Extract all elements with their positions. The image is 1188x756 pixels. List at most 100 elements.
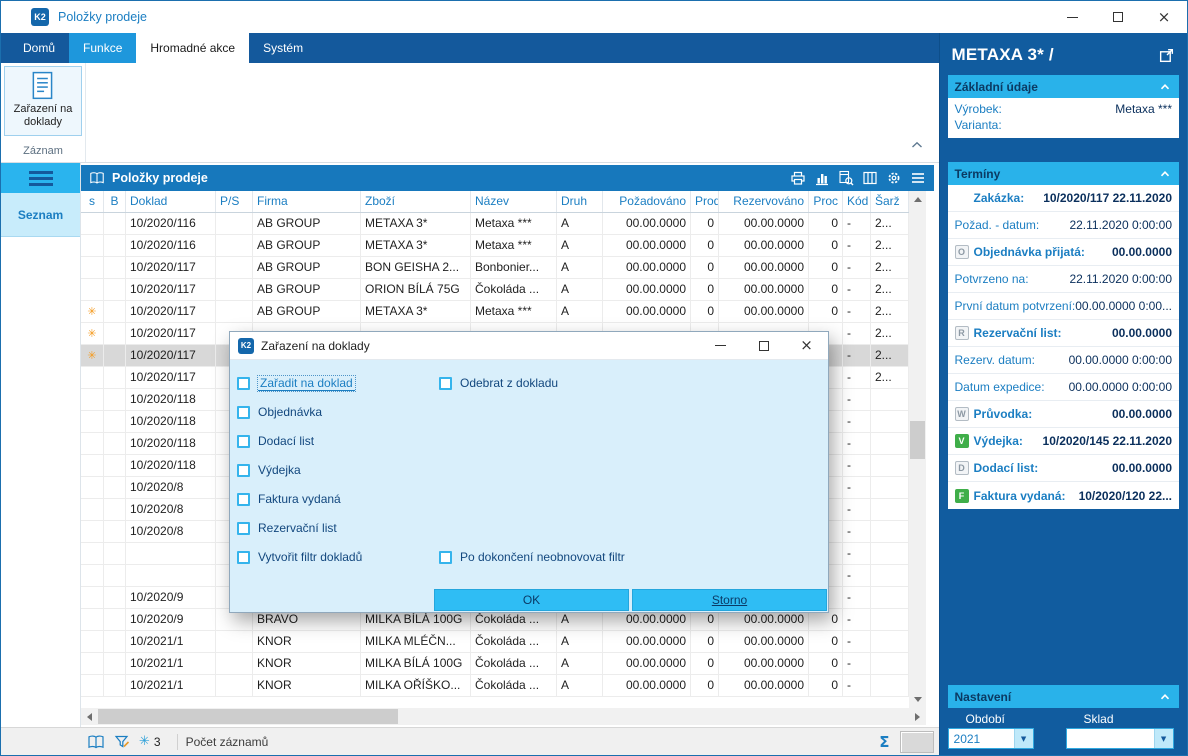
scroll-left-button[interactable] bbox=[81, 708, 98, 725]
section-header-zakladni[interactable]: Základní údaje bbox=[947, 75, 1179, 98]
checkbox-dodaci-list[interactable]: Dodací list bbox=[237, 434, 314, 448]
checkbox-po-dokonceni-neobnovovat-filtr[interactable]: Po dokončení neobnovovat filtr bbox=[439, 550, 625, 564]
columns-icon[interactable] bbox=[862, 170, 878, 186]
section-header-terminy[interactable]: Termíny bbox=[947, 162, 1179, 185]
sklad-select[interactable]: ▼ bbox=[1065, 728, 1174, 749]
close-button[interactable]: × bbox=[1141, 1, 1187, 33]
open-in-window-icon[interactable] bbox=[1158, 47, 1175, 64]
vertical-scroll-track[interactable] bbox=[909, 208, 926, 691]
column-header[interactable]: P/S bbox=[216, 191, 253, 212]
checkbox-box[interactable] bbox=[439, 550, 452, 564]
checkbox-box[interactable] bbox=[237, 550, 250, 564]
column-header[interactable]: Kód bbox=[843, 191, 871, 212]
row-star-marker-icon bbox=[81, 235, 104, 256]
table-row[interactable]: 10/2021/1 KNOR MILKA BÍLÁ 100G Čokoláda … bbox=[81, 653, 909, 675]
records-count-label[interactable]: Počet záznamů bbox=[186, 735, 269, 749]
column-header[interactable]: Prodl. bbox=[691, 191, 719, 212]
field-value: 00.00.0000 bbox=[1111, 326, 1172, 340]
browse-book-icon[interactable] bbox=[87, 733, 105, 751]
search-document-icon[interactable] bbox=[838, 170, 854, 186]
column-header[interactable]: Požadováno bbox=[603, 191, 691, 212]
filter-edit-icon[interactable] bbox=[113, 733, 131, 751]
ribbon-tab[interactable]: Domů bbox=[9, 33, 69, 63]
chart-icon[interactable] bbox=[814, 170, 830, 186]
checkbox-box[interactable] bbox=[237, 376, 250, 390]
print-icon[interactable] bbox=[790, 170, 806, 186]
checkbox-zaradit-na-doklad[interactable]: Zařadit na doklad bbox=[237, 374, 439, 392]
statusbar-corner-button[interactable] bbox=[899, 730, 934, 753]
column-header[interactable]: Rezervováno bbox=[719, 191, 809, 212]
checkbox-box[interactable] bbox=[237, 521, 250, 535]
dialog-maximize-button[interactable] bbox=[742, 332, 785, 359]
chevron-up-icon[interactable] bbox=[1158, 690, 1172, 704]
dialog-minimize-button[interactable] bbox=[699, 332, 742, 359]
cell-ps bbox=[216, 235, 253, 256]
ribbon-tab[interactable]: Systém bbox=[249, 33, 317, 63]
table-row[interactable]: 10/2021/1 KNOR MILKA OŘÍŠKO... Čokoláda … bbox=[81, 675, 909, 697]
chevron-up-icon[interactable] bbox=[1158, 167, 1172, 181]
column-header[interactable]: Název bbox=[471, 191, 557, 212]
checkbox-faktura-vydana[interactable]: Faktura vydaná bbox=[237, 492, 341, 506]
row-star-marker-icon: ✳ bbox=[81, 301, 104, 322]
checkbox-odebrat-z-dokladu[interactable]: Odebrat z dokladu bbox=[439, 376, 558, 390]
ribbon-tab[interactable]: Hromadné akce bbox=[136, 33, 250, 63]
column-header[interactable]: Druh bbox=[557, 191, 603, 212]
dialog-close-button[interactable]: × bbox=[785, 332, 828, 359]
menu-icon[interactable] bbox=[910, 170, 926, 186]
column-header[interactable]: Firma bbox=[253, 191, 361, 212]
column-header[interactable]: Doklad bbox=[126, 191, 216, 212]
checkbox-box[interactable] bbox=[237, 492, 250, 506]
dropdown-arrow-icon[interactable]: ▼ bbox=[1153, 729, 1173, 748]
maximize-button[interactable] bbox=[1095, 1, 1141, 33]
column-header[interactable]: s bbox=[81, 191, 104, 212]
ribbon-tab[interactable]: Funkce bbox=[69, 33, 137, 63]
vertical-scrollbar[interactable] bbox=[909, 191, 926, 708]
horizontal-scrollbar[interactable] bbox=[81, 708, 926, 725]
column-header[interactable]: Zboží bbox=[361, 191, 471, 212]
vertical-scroll-thumb[interactable] bbox=[910, 420, 925, 459]
table-row[interactable]: ✳ 10/2020/117 AB GROUP METAXA 3* Metaxa … bbox=[81, 301, 909, 323]
checkbox-vytvorit-filtr-dokladu[interactable]: Vytvořit filtr dokladů bbox=[237, 550, 439, 564]
cell-sarz: 2... bbox=[871, 279, 909, 300]
table-row[interactable]: 10/2020/117 AB GROUP ORION BÍLÁ 75G Čoko… bbox=[81, 279, 909, 301]
checkbox-vydejka[interactable]: Výdejka bbox=[237, 463, 301, 477]
cell-sarz bbox=[871, 631, 909, 652]
horizontal-scroll-thumb[interactable] bbox=[98, 709, 398, 724]
sidebar-item-seznam[interactable]: Seznam bbox=[1, 193, 80, 237]
checkbox-box[interactable] bbox=[237, 434, 250, 448]
gear-icon[interactable] bbox=[886, 170, 902, 186]
checkbox-rezervacni-list[interactable]: Rezervační list bbox=[237, 521, 337, 535]
scroll-up-button[interactable] bbox=[909, 191, 926, 208]
cell-doklad: 10/2020/118 bbox=[126, 411, 216, 432]
chevron-up-icon[interactable] bbox=[1158, 80, 1172, 94]
table-row[interactable]: 10/2020/116 AB GROUP METAXA 3* Metaxa **… bbox=[81, 213, 909, 235]
field-label: První datum potvrzení: bbox=[954, 299, 1076, 313]
sidebar-menu-button[interactable] bbox=[1, 163, 80, 193]
sum-sigma-icon[interactable]: Σ bbox=[879, 733, 889, 751]
table-row[interactable]: 10/2020/117 AB GROUP BON GEISHA 2... Bon… bbox=[81, 257, 909, 279]
checkbox-box[interactable] bbox=[439, 376, 452, 390]
zarazeni-na-doklady-button[interactable]: Zařazení na doklady bbox=[4, 66, 82, 136]
horizontal-scroll-track[interactable] bbox=[98, 708, 909, 725]
column-header[interactable]: Proc bbox=[809, 191, 843, 212]
checkbox-objednavka[interactable]: Objednávka bbox=[237, 405, 322, 419]
column-header[interactable]: Šarž bbox=[871, 191, 909, 212]
section-header-nastaveni[interactable]: Nastavení bbox=[947, 685, 1179, 708]
table-row[interactable]: 10/2020/116 AB GROUP METAXA 3* Metaxa **… bbox=[81, 235, 909, 257]
scroll-down-button[interactable] bbox=[909, 691, 926, 708]
dropdown-arrow-icon[interactable]: ▼ bbox=[1013, 729, 1033, 748]
table-row[interactable]: 10/2021/1 KNOR MILKA MLÉČN... Čokoláda .… bbox=[81, 631, 909, 653]
column-header[interactable]: B bbox=[104, 191, 126, 212]
field-label: Rezerv. datum: bbox=[954, 353, 1035, 367]
scroll-right-button[interactable] bbox=[909, 708, 926, 725]
ribbon-collapse-button[interactable] bbox=[911, 136, 923, 154]
storno-button[interactable]: Storno bbox=[632, 589, 827, 611]
obdobi-select[interactable]: 2021 ▼ bbox=[947, 728, 1034, 749]
checkbox-box[interactable] bbox=[237, 463, 250, 477]
minimize-button[interactable] bbox=[1049, 1, 1095, 33]
cell-kod: - bbox=[843, 301, 871, 322]
field-label: Faktura vydaná: bbox=[973, 488, 1066, 503]
checkbox-box[interactable] bbox=[237, 405, 250, 419]
cell-proc: 0 bbox=[809, 653, 843, 674]
ok-button[interactable]: OK bbox=[434, 589, 629, 611]
